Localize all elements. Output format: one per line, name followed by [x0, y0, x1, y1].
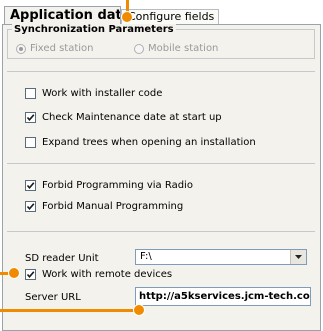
- check-forbid-radio-label: Forbid Programming via Radio: [42, 180, 193, 191]
- radio-mobile-station[interactable]: Mobile station: [134, 43, 218, 54]
- sd-reader-value: F:\: [140, 251, 152, 262]
- check-installer-code-label: Work with installer code: [42, 88, 163, 99]
- checkbox[interactable]: [25, 180, 36, 191]
- check-forbid-manual[interactable]: Forbid Manual Programming: [25, 201, 183, 212]
- server-url-input[interactable]: http://a5kservices.jcm-tech.com: [135, 287, 311, 306]
- checkbox[interactable]: [25, 112, 36, 123]
- check-maintenance-date[interactable]: Check Maintenance date at start up: [25, 112, 222, 123]
- checkbox[interactable]: [25, 137, 36, 148]
- check-expand-trees[interactable]: Expand trees when opening an installatio…: [25, 137, 256, 148]
- radio-fixed-station[interactable]: Fixed station: [16, 43, 94, 54]
- tab-configure-fields[interactable]: Configure fields: [121, 9, 219, 24]
- check-forbid-manual-label: Forbid Manual Programming: [42, 201, 184, 212]
- sd-reader-label: SD reader Unit: [25, 253, 99, 264]
- check-installer-code[interactable]: Work with installer code: [25, 88, 162, 99]
- check-maintenance-date-label: Check Maintenance date at start up: [42, 112, 222, 123]
- check-icon: [26, 182, 35, 190]
- callout-marker: [121, 11, 133, 23]
- server-url-label: Server URL: [25, 292, 81, 303]
- callout-line: [0, 309, 140, 312]
- radio-button[interactable]: [134, 43, 144, 54]
- check-icon: [26, 203, 35, 211]
- checkbox[interactable]: [25, 201, 36, 212]
- radio-mobile-station-label: Mobile station: [148, 43, 219, 54]
- separator: [7, 163, 315, 164]
- radio-fixed-station-label: Fixed station: [30, 43, 94, 54]
- callout-marker: [8, 267, 20, 279]
- chevron-down-icon[interactable]: [290, 250, 306, 264]
- separator: [7, 71, 315, 72]
- sync-parameters-group: Synchronization Parameters Fixed station…: [7, 24, 315, 59]
- tab-application-data[interactable]: Application data: [4, 6, 121, 24]
- callout-marker: [133, 304, 145, 316]
- check-icon: [26, 271, 35, 279]
- check-icon: [26, 114, 35, 122]
- radio-button[interactable]: [16, 43, 26, 54]
- check-remote-devices-label: Work with remote devices: [42, 269, 173, 280]
- settings-panel: Synchronization Parameters Fixed station…: [2, 24, 321, 331]
- check-expand-trees-label: Expand trees when opening an installatio…: [42, 137, 256, 148]
- sd-reader-select[interactable]: F:\: [135, 249, 307, 265]
- tab-bar: Application data Configure fields: [0, 0, 323, 24]
- check-remote-devices[interactable]: Work with remote devices: [25, 269, 172, 280]
- check-forbid-radio[interactable]: Forbid Programming via Radio: [25, 180, 193, 191]
- checkbox[interactable]: [25, 88, 36, 99]
- checkbox[interactable]: [25, 269, 36, 280]
- sync-parameters-title: Synchronization Parameters: [12, 24, 176, 35]
- separator: [7, 231, 315, 232]
- application-data-window: Application data Configure fields Synchr…: [0, 0, 323, 331]
